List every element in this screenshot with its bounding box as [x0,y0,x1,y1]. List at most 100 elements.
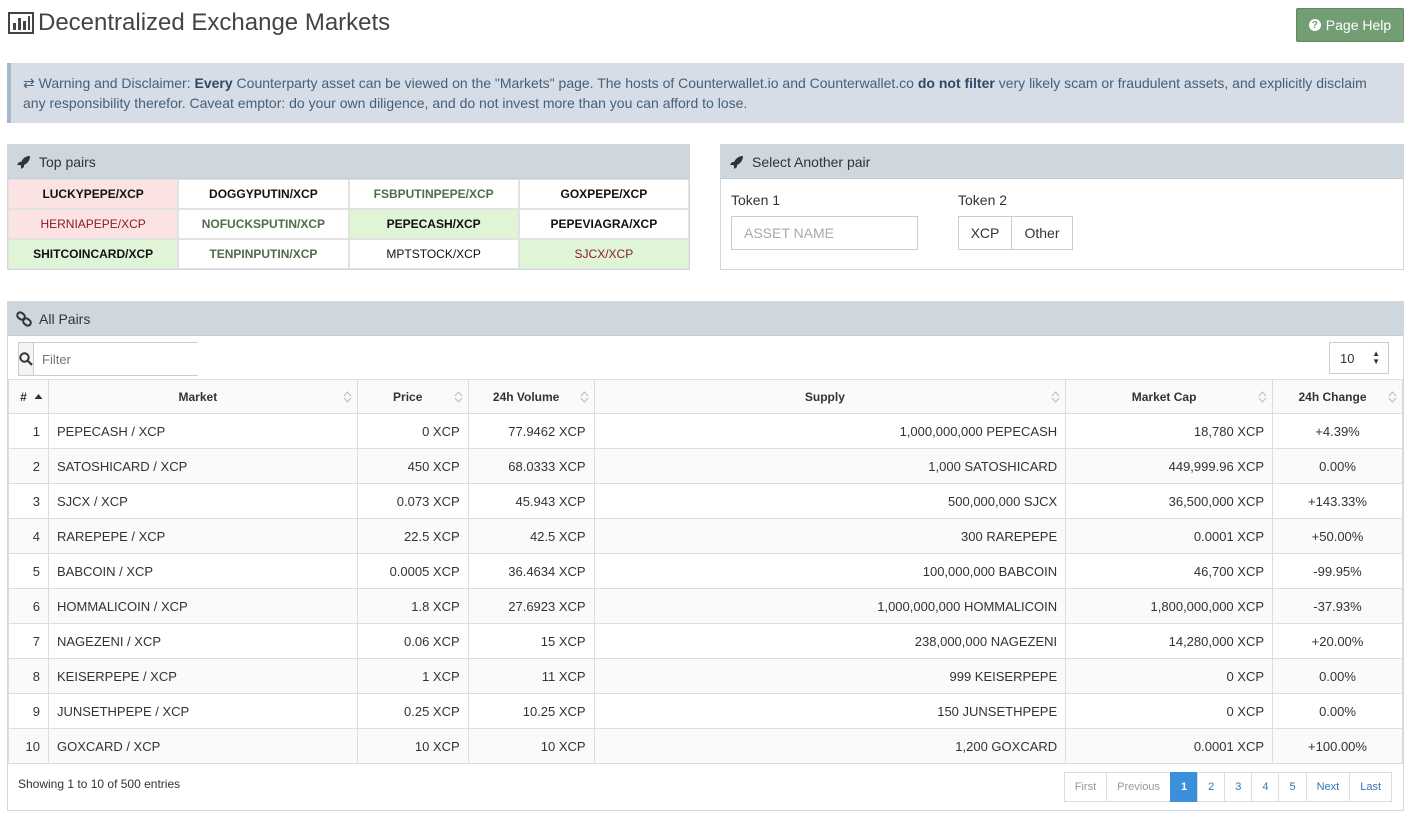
row-supply: 1,000,000,000 HOMMALICOIN [593,588,1067,624]
row-volume: 11 XCP [467,658,595,694]
row-market[interactable]: PEPECASH / XCP [47,413,358,449]
link-icon [16,310,32,327]
sort-asc-icon [34,394,43,399]
sort-both-icon [1388,391,1397,403]
pair-sjcx[interactable]: SJCX/XCP [518,239,689,269]
col-index[interactable]: # [8,379,49,414]
table-row[interactable]: 8 KEISERPEPE / XCP 1 XCP 11 XCP 999 KEISERPE… [8,658,1403,694]
row-market[interactable]: GOXCARD / XCP [47,728,358,764]
page-2[interactable]: 2 [1197,772,1226,802]
table-row[interactable]: 2 SATOSHICARD / XCP 450 XCP 68.0333 XCP 1,00… [8,448,1403,484]
pair-pepeviagra[interactable]: PEPEVIAGRA/XCP [518,209,689,239]
col-price[interactable]: Price [356,379,469,414]
table-row[interactable]: 1 PEPECASH / XCP 0 XCP 77.9462 XCP 1,000,000… [8,413,1403,449]
row-market-cap: 0 XCP [1065,658,1274,694]
row-market[interactable]: SJCX / XCP [47,483,358,519]
table-row[interactable]: 6 HOMMALICOIN / XCP 1.8 XCP 27.6923 XCP 1,00… [8,588,1403,624]
pair-luckypepe[interactable]: LUCKYPEPE/XCP [8,179,179,209]
table-row[interactable]: 7 NAGEZENI / XCP 0.06 XCP 15 XCP 238,000,000… [8,623,1403,659]
pair-herniapepe[interactable]: HERNIAPEPE/XCP [8,209,179,239]
row-supply: 300 RAREPEPE [593,518,1067,554]
table-row[interactable]: 4 RAREPEPE / XCP 22.5 XCP 42.5 XCP 300 RAREP… [8,518,1403,554]
col-market[interactable]: Market [47,379,358,414]
row-supply: 500,000,000 SJCX [593,483,1067,519]
pagination: First Previous 1 2 3 4 5 Next Last [1063,772,1392,802]
table-row[interactable]: 10 GOXCARD / XCP 10 XCP 10 XCP 1,200 GOXCARD… [8,728,1403,764]
row-volume: 10 XCP [467,728,595,764]
top-pairs-header: Top pairs [8,145,689,179]
table-info: Showing 1 to 10 of 500 entries [18,777,181,791]
pair-pepecash[interactable]: PEPECASH/XCP [348,209,519,239]
page-1[interactable]: 1 [1169,772,1199,802]
page-first[interactable]: First [1063,772,1108,802]
exchange-arrows-icon: ⇄ [23,75,35,91]
search-icon[interactable] [19,343,34,375]
pair-nofucksputin[interactable]: NOFUCKSPUTIN/XCP [178,209,349,239]
top-pairs-title: Top pairs [39,153,96,170]
sort-both-icon [1258,391,1267,403]
pair-shitcoincard[interactable]: SHITCOINCARD/XCP [8,239,179,269]
col-24h-change[interactable]: 24h Change [1272,379,1403,414]
page-previous[interactable]: Previous [1106,772,1171,802]
row-market[interactable]: RAREPEPE / XCP [47,518,358,554]
top-pairs-panel: Top pairs LUCKYPEPE/XCP DOGGYPUTIN/XCP F… [7,144,690,270]
page-help-button[interactable]: ? Page Help [1296,8,1404,42]
row-volume: 27.6923 XCP [467,588,595,624]
asset-name-input[interactable] [731,216,918,250]
markets-table: # Market Price 24h Volume Supply Market … [8,379,1403,764]
row-price: 10 XCP [356,728,469,764]
row-index: 9 [8,693,49,729]
row-market[interactable]: JUNSETHPEPE / XCP [47,693,358,729]
page-last[interactable]: Last [1349,772,1392,802]
pair-goxpepe[interactable]: GOXPEPE/XCP [518,179,689,209]
token2-xcp-button[interactable]: XCP [958,216,1012,250]
sort-both-icon [454,391,463,403]
sort-both-icon [1051,391,1060,403]
page-title: Decentralized Exchange Markets [38,9,391,36]
pair-tenpinputin[interactable]: TENPINPUTIN/XCP [178,239,349,269]
table-row[interactable]: 9 JUNSETHPEPE / XCP 0.25 XCP 10.25 XCP 150 J… [8,693,1403,729]
row-index: 5 [8,553,49,589]
col-volume[interactable]: 24h Volume [467,379,595,414]
row-change: 0.00% [1272,658,1403,694]
table-row[interactable]: 5 BABCOIN / XCP 0.0005 XCP 36.4634 XCP 100,0… [8,553,1403,589]
col-supply[interactable]: Supply [593,379,1067,414]
row-change: +100.00% [1272,728,1403,764]
row-market[interactable]: BABCOIN / XCP [47,553,358,589]
page-3[interactable]: 3 [1224,772,1253,802]
pair-doggyputin[interactable]: DOGGYPUTIN/XCP [178,179,349,209]
row-change: +143.33% [1272,483,1403,519]
row-market-cap: 18,780 XCP [1065,413,1274,449]
all-pairs-title: All Pairs [39,310,91,327]
row-supply: 1,000 SATOSHICARD [593,448,1067,484]
page-5[interactable]: 5 [1278,772,1307,802]
row-index: 2 [8,448,49,484]
row-market[interactable]: HOMMALICOIN / XCP [47,588,358,624]
page-size-select[interactable]: 10 ▲ ▼ [1329,342,1389,374]
row-volume: 68.0333 XCP [467,448,595,484]
row-supply: 999 KEISERPEPE [593,658,1067,694]
markets-table-body: 1 PEPECASH / XCP 0 XCP 77.9462 XCP 1,000,000… [8,413,1403,764]
table-row[interactable]: 3 SJCX / XCP 0.073 XCP 45.943 XCP 500,000,00… [8,483,1403,519]
row-index: 8 [8,658,49,694]
page-next[interactable]: Next [1305,772,1351,802]
token1-label: Token 1 [731,192,781,208]
row-market-cap: 36,500,000 XCP [1065,483,1274,519]
row-change: 0.00% [1272,693,1403,729]
row-index: 4 [8,518,49,554]
pair-mptstock[interactable]: MPTSTOCK/XCP [348,239,519,269]
token2-other-button[interactable]: Other [1011,216,1073,250]
warning-lead: Warning and Disclaimer: [38,75,191,91]
pair-fsbputinpepe[interactable]: FSBPUTINPEPE/XCP [348,179,519,209]
rocket-icon [730,155,743,169]
row-index: 1 [8,413,49,449]
row-market[interactable]: KEISERPEPE / XCP [47,658,358,694]
row-price: 22.5 XCP [356,518,469,554]
filter-input[interactable] [34,343,220,375]
row-market[interactable]: NAGEZENI / XCP [47,623,358,659]
page-4[interactable]: 4 [1251,772,1280,802]
row-index: 10 [8,728,49,764]
filter-box [18,342,220,376]
col-market-cap[interactable]: Market Cap [1065,379,1274,414]
row-market[interactable]: SATOSHICARD / XCP [47,448,358,484]
